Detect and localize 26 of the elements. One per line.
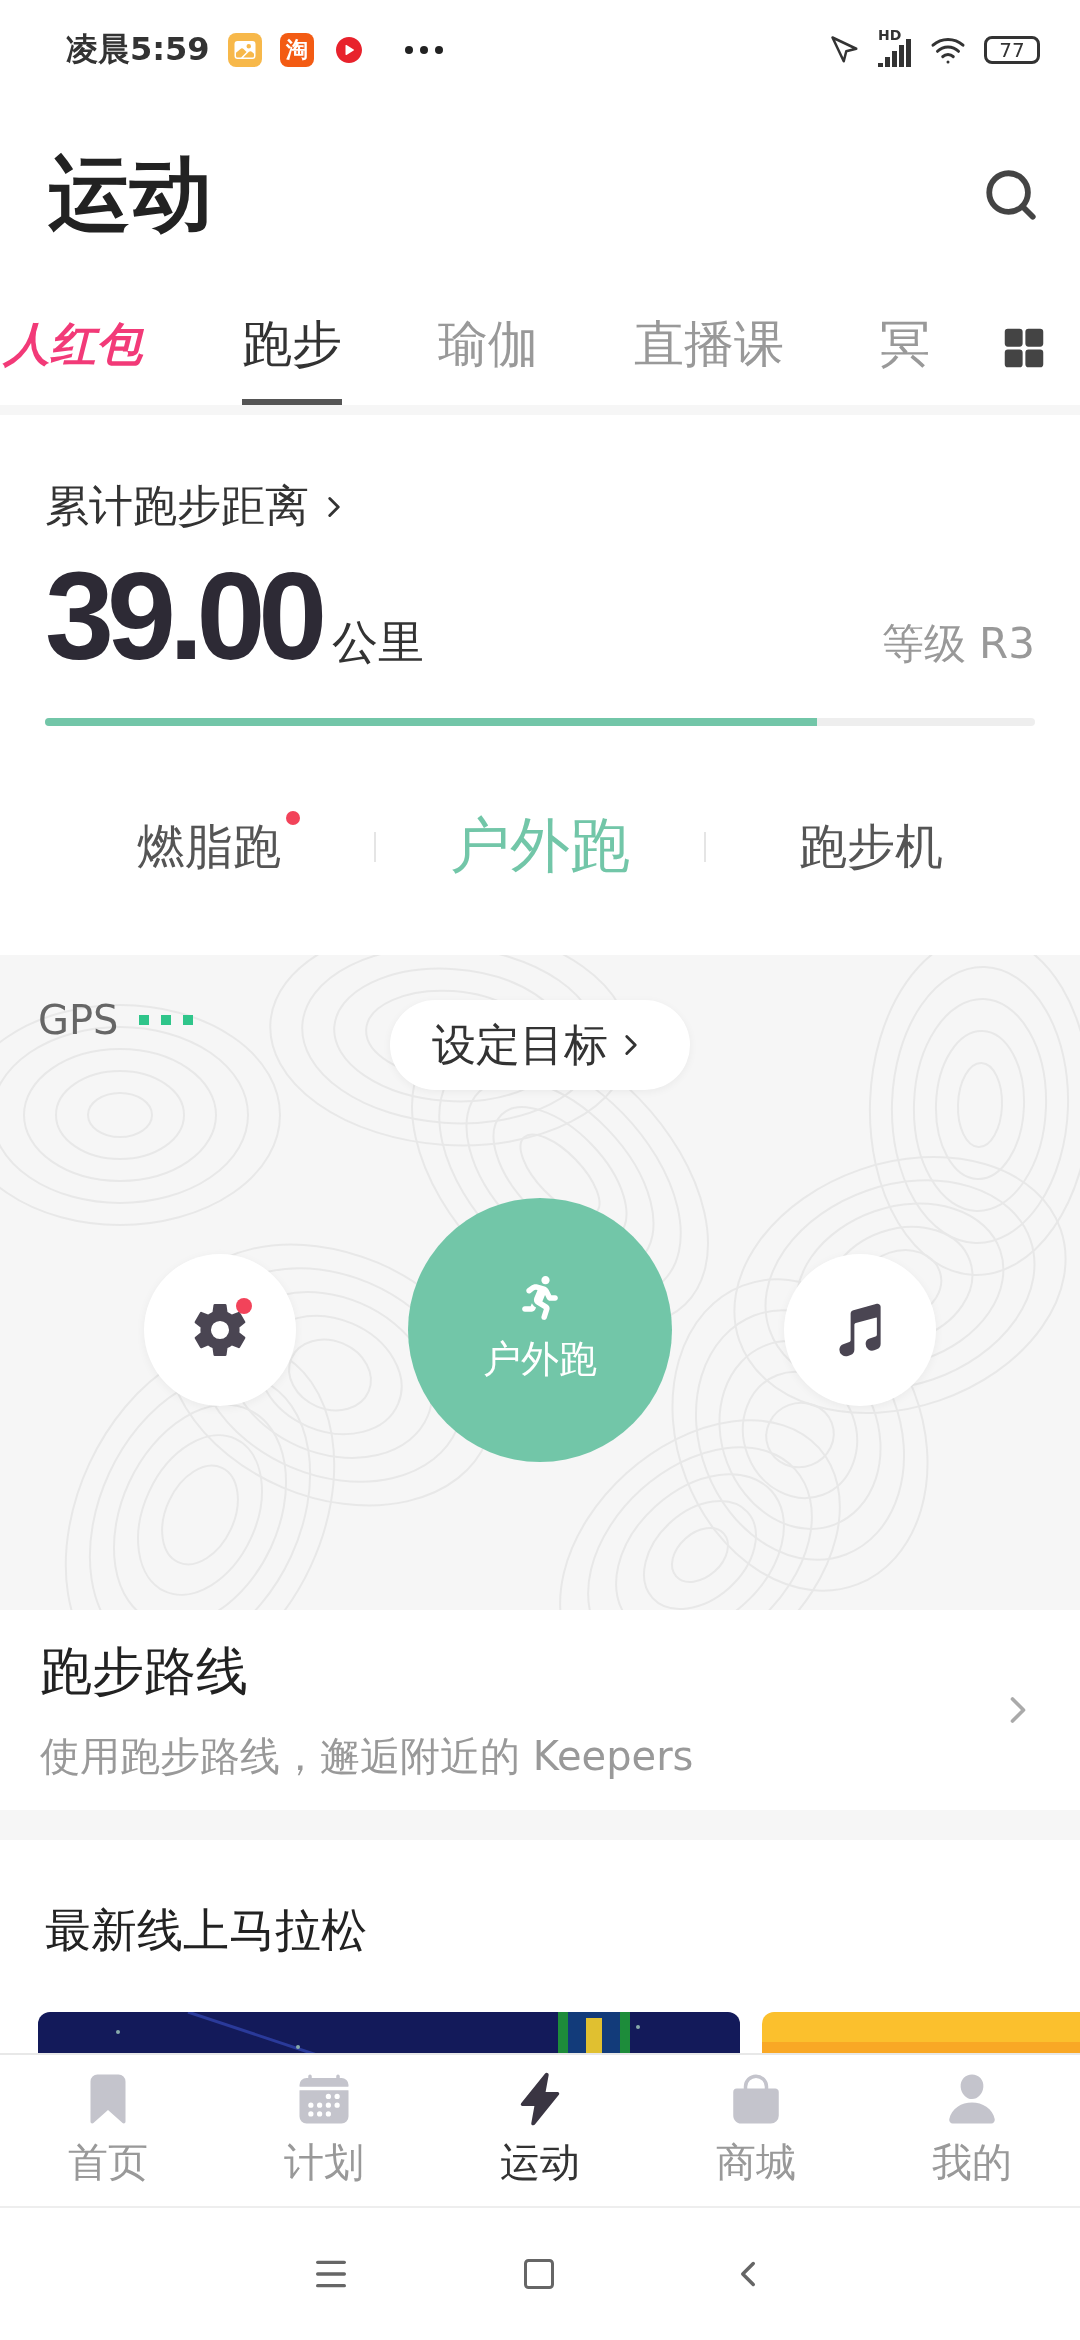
gps-signal-icon bbox=[138, 1013, 193, 1027]
network-type-label: HD bbox=[878, 27, 902, 43]
mode-tab[interactable]: 户外跑 bbox=[375, 806, 705, 887]
mode-tab[interactable]: 跑步机 bbox=[706, 814, 1035, 879]
shop-app-icon: 淘 bbox=[279, 33, 314, 67]
category-tab[interactable]: 直播课 bbox=[634, 290, 784, 405]
page-title: 运动 bbox=[48, 145, 212, 243]
section-title: 最新线上马拉松 bbox=[45, 1902, 368, 1959]
battery-icon: 77 bbox=[984, 36, 1040, 64]
location-icon bbox=[830, 35, 860, 65]
gallery-app-icon bbox=[227, 33, 262, 67]
category-tab[interactable]: 冥 bbox=[880, 290, 930, 405]
route-subtitle: 使用跑步路线，邂逅附近的 Keepers bbox=[40, 1731, 695, 1781]
status-time: 凌晨5:59 bbox=[66, 29, 210, 70]
grade-label: 等级 R3 bbox=[881, 618, 1035, 670]
distance-value: 39.00 bbox=[45, 554, 321, 678]
distance-unit: 公里 bbox=[332, 614, 425, 671]
home-icon[interactable] bbox=[521, 2256, 557, 2292]
distance-link[interactable]: 累计跑步距离 bbox=[45, 477, 351, 536]
set-goal-button[interactable]: 设定目标 bbox=[390, 1000, 690, 1090]
category-tab[interactable]: 瑜伽 bbox=[438, 290, 538, 405]
more-notifications-icon bbox=[403, 45, 444, 55]
promo-tab[interactable]: 人红包 bbox=[4, 290, 142, 405]
route-title: 跑步路线 bbox=[40, 1639, 249, 1703]
mode-tab[interactable]: 燃脂跑 bbox=[45, 814, 374, 879]
gps-label: GPS bbox=[38, 997, 119, 1043]
